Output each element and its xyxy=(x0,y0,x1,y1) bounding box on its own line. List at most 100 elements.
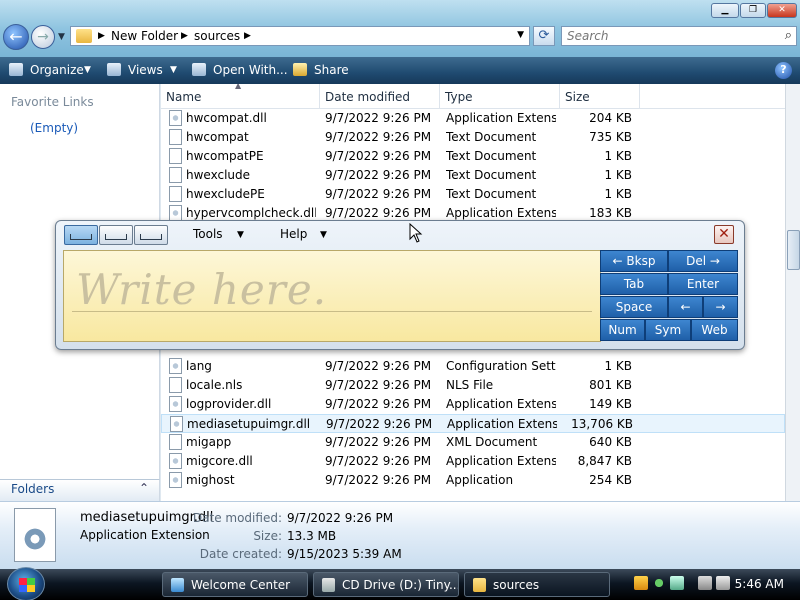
security-shield-icon[interactable] xyxy=(634,576,648,590)
help-icon[interactable]: ? xyxy=(775,62,792,79)
space-key[interactable]: Space xyxy=(600,296,668,318)
minimize-button[interactable]: ▁ xyxy=(711,3,739,18)
file-type-cell: Configuration Sett... xyxy=(446,359,556,373)
tab-key[interactable]: Tab xyxy=(600,273,668,295)
file-row[interactable]: mighost 9/7/2022 9:26 PM Application 254 KB xyxy=(161,471,785,490)
keyboard-tab-icon[interactable] xyxy=(134,225,168,245)
file-name-cell: lang xyxy=(186,359,212,373)
file-row[interactable]: lang 9/7/2022 9:26 PM Configuration Sett..… xyxy=(161,357,785,376)
chevron-up-icon[interactable]: ⌃ xyxy=(139,481,149,495)
network-people-icon[interactable] xyxy=(652,576,666,590)
clock[interactable]: 5:46 AM xyxy=(735,577,784,591)
breadcrumb-new-folder[interactable]: New Folder xyxy=(111,29,178,43)
left-arrow-key[interactable]: ← xyxy=(668,296,703,318)
file-name-cell: hwcompatPE xyxy=(186,149,264,163)
file-size-cell: 1 KB xyxy=(604,168,632,182)
organize-dropdown-icon[interactable]: ▼ xyxy=(84,65,91,75)
details-date-modified-label: Date modified: xyxy=(192,511,282,525)
writing-pad[interactable]: Write here. xyxy=(63,250,601,342)
app-icon xyxy=(169,472,182,488)
views-dropdown-icon[interactable]: ▼ xyxy=(170,65,177,75)
tools-menu[interactable]: Tools xyxy=(193,227,223,241)
address-dropdown-icon[interactable]: ▼ xyxy=(517,30,524,40)
right-arrow-key[interactable]: → xyxy=(703,296,738,318)
file-size-cell: 149 KB xyxy=(589,397,632,411)
network-disconnected-icon[interactable] xyxy=(698,576,712,590)
delete-key[interactable]: Del → xyxy=(668,250,738,272)
help-dropdown-icon[interactable]: ▼ xyxy=(320,230,327,240)
search-input[interactable]: Search ⌕ xyxy=(561,26,797,46)
file-type-cell: Application Extens... xyxy=(446,111,556,125)
backspace-key[interactable]: ← Bksp xyxy=(600,250,668,272)
input-panel-icon[interactable] xyxy=(670,576,684,590)
file-row[interactable]: mediasetupuimgr.dll 9/7/2022 9:26 PM Appli… xyxy=(161,414,785,433)
search-icon[interactable]: ⌕ xyxy=(785,28,792,43)
favorite-links-header: Favorite Links xyxy=(11,95,94,109)
file-date-cell: 9/7/2022 9:26 PM xyxy=(325,168,432,182)
file-type-cell: Application Extens... xyxy=(446,397,556,411)
file-date-cell: 9/7/2022 9:26 PM xyxy=(325,111,432,125)
file-name-cell: hwcompat xyxy=(186,130,249,144)
close-icon[interactable]: ✕ xyxy=(714,225,734,244)
forward-button[interactable]: → xyxy=(31,25,55,49)
details-size: 13.3 MB xyxy=(287,529,337,543)
file-date-cell: 9/7/2022 9:26 PM xyxy=(325,397,432,411)
start-button[interactable] xyxy=(7,567,45,600)
sym-key[interactable]: Sym xyxy=(645,319,691,341)
views-button[interactable]: Views xyxy=(128,63,163,77)
text-file-icon xyxy=(169,167,182,183)
file-type-cell: Text Document xyxy=(446,187,537,201)
file-row[interactable]: hwcompat.dll 9/7/2022 9:26 PM Application … xyxy=(161,109,785,128)
share-button[interactable]: Share xyxy=(314,63,349,77)
volume-muted-icon[interactable] xyxy=(716,576,730,590)
breadcrumb-arrow-icon[interactable]: ▶ xyxy=(244,31,251,41)
file-row[interactable]: migcore.dll 9/7/2022 9:26 PM Application E… xyxy=(161,452,785,471)
breadcrumb-arrow-icon[interactable]: ▶ xyxy=(98,31,105,41)
search-placeholder: Search xyxy=(567,29,609,43)
folders-label: Folders xyxy=(11,482,55,496)
open-with-button[interactable]: Open With... xyxy=(213,63,288,77)
column-header-size[interactable]: Size xyxy=(560,84,640,109)
column-header-name[interactable]: Name ▲ xyxy=(161,84,320,109)
tools-dropdown-icon[interactable]: ▼ xyxy=(237,230,244,240)
num-key[interactable]: Num xyxy=(600,319,645,341)
file-row[interactable]: migapp 9/7/2022 9:26 PM XML Document 640 KB xyxy=(161,433,785,452)
file-row[interactable]: locale.nls 9/7/2022 9:26 PM NLS File 801 KB xyxy=(161,376,785,395)
column-header-type[interactable]: Type xyxy=(440,84,560,109)
folders-bar[interactable]: Folders ⌃ xyxy=(0,479,160,501)
open-with-icon xyxy=(192,63,206,76)
history-dropdown-icon[interactable]: ▼ xyxy=(58,32,65,42)
vertical-scrollbar[interactable] xyxy=(785,84,800,501)
task-cd-drive[interactable]: CD Drive (D:) Tiny... xyxy=(313,572,459,597)
details-date-modified: 9/7/2022 9:26 PM xyxy=(287,511,394,525)
address-bar[interactable]: ▶ New Folder ▶ sources ▶ ▼ xyxy=(70,26,530,46)
back-button[interactable]: ← xyxy=(3,24,29,50)
organize-button[interactable]: Organize xyxy=(30,63,84,77)
refresh-button[interactable]: ⟳ xyxy=(533,26,555,46)
column-header-date[interactable]: Date modified xyxy=(320,84,440,109)
web-key[interactable]: Web xyxy=(691,319,738,341)
text-file-icon xyxy=(169,377,182,393)
task-welcome-center[interactable]: Welcome Center xyxy=(162,572,308,597)
config-file-icon xyxy=(169,358,182,374)
scrollbar-thumb[interactable] xyxy=(787,230,800,270)
file-date-cell: 9/7/2022 9:26 PM xyxy=(325,187,432,201)
help-menu[interactable]: Help xyxy=(280,227,307,241)
close-window-button[interactable]: ✕ xyxy=(767,3,797,18)
text-file-icon xyxy=(169,186,182,202)
file-date-cell: 9/7/2022 9:26 PM xyxy=(325,473,432,487)
writing-pad-tab-icon[interactable] xyxy=(64,225,98,245)
file-row[interactable]: hwcompat 9/7/2022 9:26 PM Text Document 735… xyxy=(161,128,785,147)
file-name-cell: hypervcomplcheck.dll xyxy=(186,206,316,220)
character-pad-tab-icon[interactable] xyxy=(99,225,133,245)
breadcrumb-sources[interactable]: sources xyxy=(194,29,240,43)
file-size-cell: 13,706 KB xyxy=(571,417,633,431)
task-sources[interactable]: sources xyxy=(464,572,610,597)
file-row[interactable]: hwexcludePE 9/7/2022 9:26 PM Text Document… xyxy=(161,185,785,204)
file-row[interactable]: hwcompatPE 9/7/2022 9:26 PM Text Document 1… xyxy=(161,147,785,166)
maximize-button[interactable]: ❐ xyxy=(740,3,766,18)
file-row[interactable]: logprovider.dll 9/7/2022 9:26 PM Applicati… xyxy=(161,395,785,414)
breadcrumb-arrow-icon[interactable]: ▶ xyxy=(181,31,188,41)
enter-key[interactable]: Enter xyxy=(668,273,738,295)
file-row[interactable]: hwexclude 9/7/2022 9:26 PM Text Document 1 … xyxy=(161,166,785,185)
